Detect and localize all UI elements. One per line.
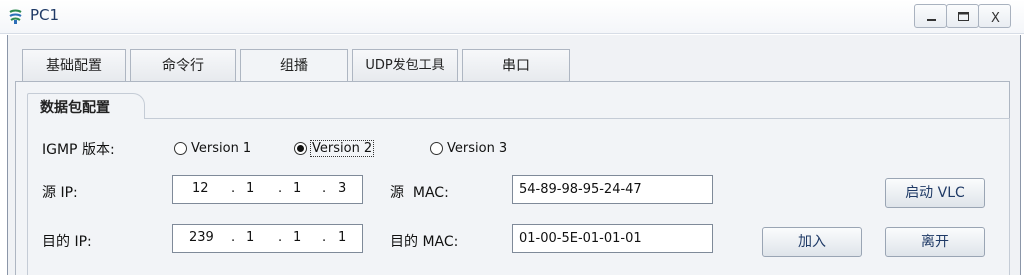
window-title: PC1	[30, 6, 60, 24]
join-button[interactable]: 加入	[762, 227, 862, 257]
ip-dot: .	[278, 230, 283, 245]
minimize-button[interactable]	[914, 4, 947, 28]
dest-ip-field[interactable]: 239 . 1 . 1 . 1	[172, 224, 363, 253]
ip-dot: .	[322, 230, 327, 245]
tab-command-line[interactable]: 命令行	[130, 49, 236, 81]
section-title: 数据包配置	[27, 93, 145, 119]
radio-icon	[174, 141, 187, 155]
radio-version-3[interactable]: Version 3	[430, 139, 507, 157]
ip-dot: .	[231, 181, 236, 196]
close-button[interactable]: X	[978, 4, 1011, 28]
ip-octet: 1	[246, 230, 255, 245]
start-vlc-button[interactable]: 启动 VLC	[885, 178, 985, 208]
dest-mac-label: 目的 MAC:	[390, 234, 459, 250]
svg-text:X: X	[991, 11, 1000, 26]
radio-version-2[interactable]: Version 2	[294, 139, 375, 157]
radio-version-1[interactable]: Version 1	[174, 139, 251, 157]
source-mac-field[interactable]: 54-89-98-95-24-47	[512, 175, 713, 204]
tab-udp-tool[interactable]: UDP发包工具	[352, 49, 458, 81]
minimize-icon	[927, 19, 936, 21]
source-ip-label: 源 IP:	[42, 185, 78, 201]
source-mac-label: 源 MAC:	[390, 185, 449, 201]
radio-selected-icon	[294, 141, 307, 155]
maximize-icon	[958, 12, 969, 21]
ip-octet: 1	[293, 230, 302, 245]
ip-octet: 12	[192, 181, 209, 196]
ip-dot: .	[278, 181, 283, 196]
title-bar: PC1 X	[0, 0, 1024, 34]
tab-multicast[interactable]: 组播	[240, 49, 348, 82]
dest-ip-label: 目的 IP:	[42, 234, 92, 250]
tab-basic-config[interactable]: 基础配置	[22, 49, 126, 81]
ip-octet: 1	[246, 181, 255, 196]
igmp-version-label: IGMP 版本:	[42, 142, 115, 158]
radio-icon	[430, 141, 443, 155]
ip-octet: 1	[338, 230, 347, 245]
tab-serial[interactable]: 串口	[462, 49, 570, 81]
network-pc-icon	[9, 9, 22, 24]
close-icon: X	[991, 11, 1000, 26]
ip-octet: 1	[293, 181, 302, 196]
ip-dot: .	[322, 181, 327, 196]
ip-octet: 3	[338, 181, 347, 196]
leave-button[interactable]: 离开	[885, 227, 985, 257]
ip-octet: 239	[189, 230, 214, 245]
maximize-button[interactable]	[946, 4, 979, 28]
ip-dot: .	[231, 230, 236, 245]
dest-mac-field[interactable]: 01-00-5E-01-01-01	[512, 224, 713, 253]
source-ip-field[interactable]: 12 . 1 . 1 . 3	[172, 175, 363, 204]
